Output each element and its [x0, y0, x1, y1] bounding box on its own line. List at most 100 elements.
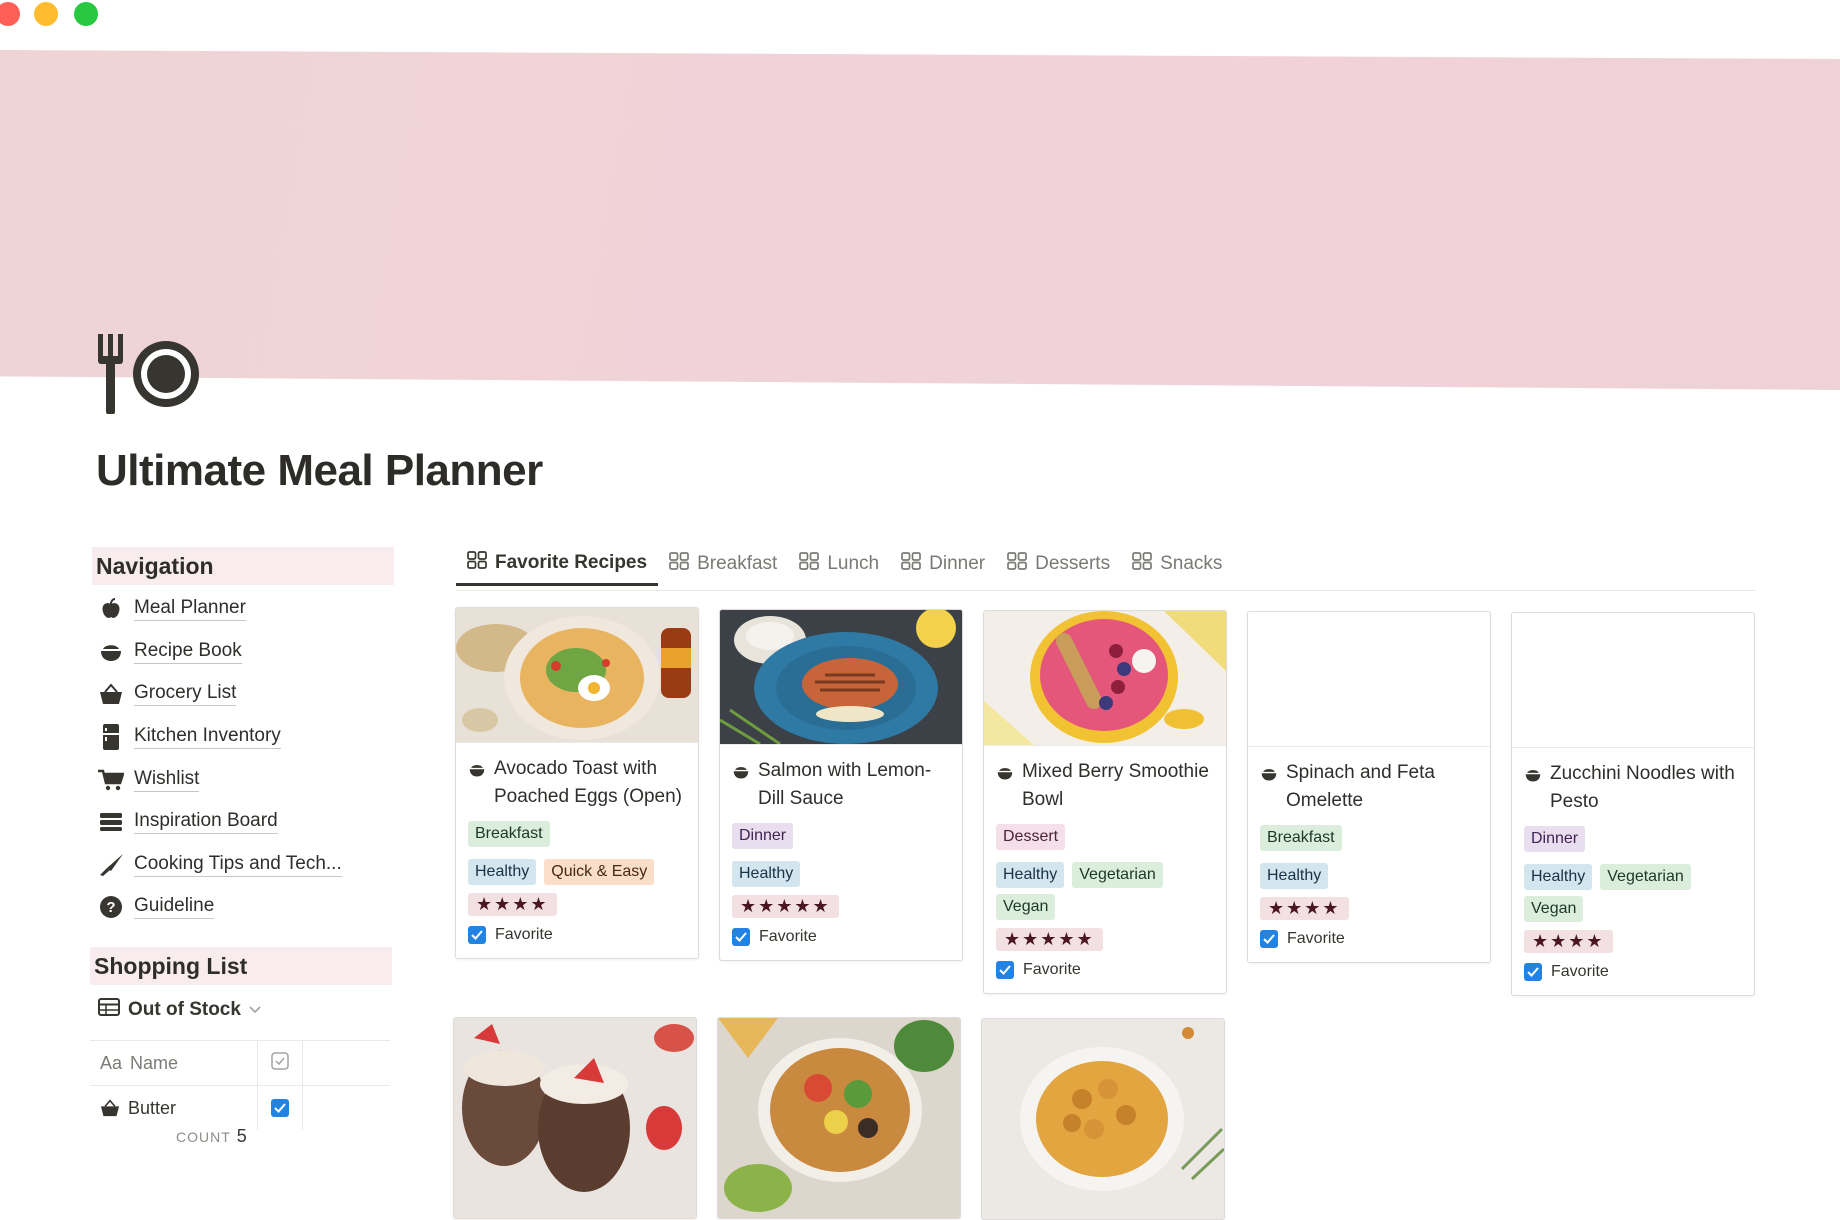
nav-item-meal-planner[interactable]: Meal Planner [96, 588, 396, 631]
table-row[interactable]: Butter [90, 1085, 390, 1130]
rating-stars: ★★★★ [1260, 897, 1349, 920]
minimize-window-button[interactable] [34, 2, 58, 26]
recipe-photo [984, 611, 1226, 746]
tab-breakfast[interactable]: Breakfast [658, 544, 788, 584]
favorite-property: Favorite [732, 928, 950, 946]
count-label: COUNT [176, 1129, 231, 1145]
window-titlebar [0, 0, 1840, 50]
nav-item-wishlist[interactable]: Wishlist [96, 758, 396, 801]
recipe-card[interactable]: Salmon with Lemon-Dill Sauce Dinner Heal… [719, 609, 963, 961]
view-name: Out of Stock [128, 998, 241, 1020]
nav-label: Meal Planner [134, 597, 246, 622]
close-window-button[interactable] [0, 2, 20, 26]
tab-label: Snacks [1160, 553, 1223, 574]
nav-label: Guideline [134, 895, 215, 920]
row-name-cell[interactable]: Butter [90, 1086, 258, 1130]
name-header-label: Name [130, 1052, 179, 1073]
favorite-property: Favorite [996, 961, 1214, 979]
favorite-checkbox[interactable] [1524, 963, 1542, 981]
fork-plate-icon[interactable] [96, 334, 206, 414]
bowl-icon [1524, 764, 1542, 792]
recipe-card[interactable]: Avocado Toast with Poached Eggs (Open) B… [455, 607, 699, 959]
gallery-icon [1007, 552, 1027, 576]
tab-favorite-recipes[interactable]: Favorite Recipes [456, 546, 659, 586]
favorite-checkbox[interactable] [996, 961, 1014, 979]
tab-label: Desserts [1035, 553, 1111, 574]
nav-label: Grocery List [134, 682, 237, 707]
favorite-checkbox[interactable] [1260, 930, 1278, 948]
recipe-card[interactable]: Zucchini Noodles with Pesto Dinner Healt… [1511, 612, 1755, 996]
knife-icon [98, 853, 124, 877]
recipe-card[interactable] [981, 1018, 1225, 1220]
name-column-header[interactable]: Aa Name [90, 1041, 258, 1085]
nav-item-recipe-book[interactable]: Recipe Book [96, 631, 396, 674]
tab-snacks[interactable]: Snacks [1121, 544, 1233, 584]
row-checkbox-cell[interactable] [258, 1086, 303, 1130]
recipe-photo [982, 1019, 1224, 1219]
tab-label: Favorite Recipes [495, 552, 648, 573]
favorite-label: Favorite [759, 928, 817, 945]
tab-label: Lunch [827, 553, 880, 574]
tag: Healthy [996, 862, 1065, 888]
apple-icon [98, 597, 124, 621]
checkbox-checked[interactable] [271, 1099, 289, 1117]
recipe-title-text: Salmon with Lemon-Dill Sauce [758, 760, 932, 809]
shopping-table: Aa Name Butter [90, 1040, 390, 1130]
tag-list: Dessert Healthy Vegetarian Vegan [996, 824, 1214, 920]
bowl-icon [98, 640, 124, 664]
recipe-gallery: Avocado Toast with Poached Eggs (Open) B… [453, 607, 1765, 1220]
page-title: Ultimate Meal Planner [96, 446, 543, 495]
bowl-icon [468, 759, 486, 787]
cart-icon [98, 768, 124, 792]
row-name: Butter [128, 1097, 177, 1118]
favorite-property: Favorite [1260, 930, 1478, 948]
gallery-icon [669, 552, 689, 576]
basket-icon [98, 682, 124, 706]
recipe-card[interactable] [453, 1017, 697, 1219]
tag: Healthy [468, 859, 537, 885]
tag: Vegetarian [1600, 864, 1691, 890]
zoom-window-button[interactable] [74, 2, 98, 26]
count-footer: COUNT 5 [176, 1126, 247, 1147]
gallery-icon [1132, 552, 1152, 576]
tag-list: Dinner Healthy [732, 823, 950, 887]
tag-list: Dinner Healthy Vegetarian Vegan [1524, 826, 1742, 922]
count-value: 5 [236, 1126, 247, 1146]
recipe-photo [718, 1018, 960, 1218]
table-icon [98, 998, 120, 1021]
tag: Healthy [1524, 864, 1593, 890]
favorite-property: Favorite [468, 926, 686, 944]
chevron-down-icon [249, 1001, 261, 1019]
recipe-title: Spinach and Feta Omelette [1260, 759, 1478, 815]
recipe-card[interactable] [717, 1017, 961, 1219]
favorite-checkbox[interactable] [732, 928, 750, 946]
recipe-card[interactable]: Mixed Berry Smoothie Bowl Dessert Health… [983, 610, 1227, 994]
tab-lunch[interactable]: Lunch [788, 544, 890, 584]
recipe-card[interactable]: Spinach and Feta Omelette Breakfast Heal… [1247, 611, 1491, 963]
nav-item-inspiration-board[interactable]: Inspiration Board [96, 801, 396, 844]
nav-item-guideline[interactable]: ? Guideline [96, 886, 396, 929]
nav-item-kitchen-inventory[interactable]: Kitchen Inventory [96, 716, 396, 759]
page-cover [0, 50, 1840, 390]
navigation-heading: Navigation [92, 547, 394, 585]
rating-stars: ★★★★★ [996, 928, 1103, 951]
tabs-divider [456, 590, 1756, 591]
checkbox-column-header[interactable] [258, 1041, 303, 1085]
gallery-icon [467, 551, 487, 575]
favorite-label: Favorite [1023, 961, 1081, 978]
svg-text:?: ? [106, 899, 115, 916]
nav-item-grocery-list[interactable]: Grocery List [96, 673, 396, 716]
bowl-icon [996, 762, 1014, 790]
nav-label: Cooking Tips and Tech... [134, 853, 342, 877]
tab-dinner[interactable]: Dinner [890, 544, 996, 584]
recipe-title: Avocado Toast with Poached Eggs (Open) [468, 755, 686, 811]
tab-desserts[interactable]: Desserts [996, 544, 1121, 584]
fridge-icon [98, 724, 124, 751]
tab-label: Dinner [929, 553, 986, 574]
nav-label: Inspiration Board [134, 810, 278, 835]
view-selector[interactable]: Out of Stock [98, 998, 261, 1021]
favorite-checkbox[interactable] [468, 926, 486, 944]
recipe-photo-empty [1512, 613, 1754, 748]
recipe-title-text: Spinach and Feta Omelette [1286, 762, 1435, 811]
nav-item-cooking-tips[interactable]: Cooking Tips and Tech... [96, 844, 396, 887]
